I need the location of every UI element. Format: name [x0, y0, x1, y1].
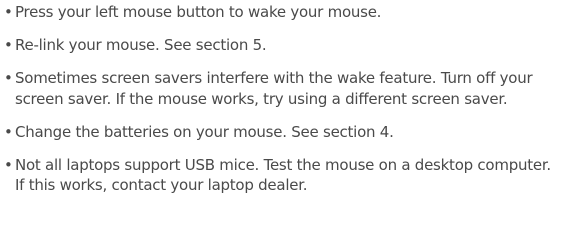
bullet-icon: • — [4, 3, 13, 21]
list-item-text: Not all laptops support USB mice. Test t… — [15, 155, 551, 195]
bullet-icon: • — [4, 69, 13, 87]
list-item: • Change the batteries on your mouse. Se… — [4, 122, 564, 143]
list-item-text: Sometimes screen savers interfere with t… — [15, 69, 533, 108]
list-item: • Sometimes screen savers interfere with… — [4, 68, 564, 109]
list-item: • Not all laptops support USB mice. Test… — [4, 155, 564, 196]
list-item: • Re-link your mouse. See section 5. — [4, 35, 564, 56]
bullet-icon: • — [4, 155, 13, 174]
list-item-text: Re-link your mouse. See section 5. — [15, 36, 267, 54]
troubleshooting-list: • Press your left mouse button to wake y… — [4, 2, 564, 208]
list-item: • Press your left mouse button to wake y… — [4, 2, 564, 23]
list-item-text: Press your left mouse button to wake you… — [15, 3, 382, 21]
document-page: • Press your left mouse button to wake y… — [0, 0, 569, 252]
bullet-icon: • — [4, 122, 13, 141]
list-item-text: Change the batteries on your mouse. See … — [15, 122, 394, 141]
bullet-icon: • — [4, 36, 13, 54]
